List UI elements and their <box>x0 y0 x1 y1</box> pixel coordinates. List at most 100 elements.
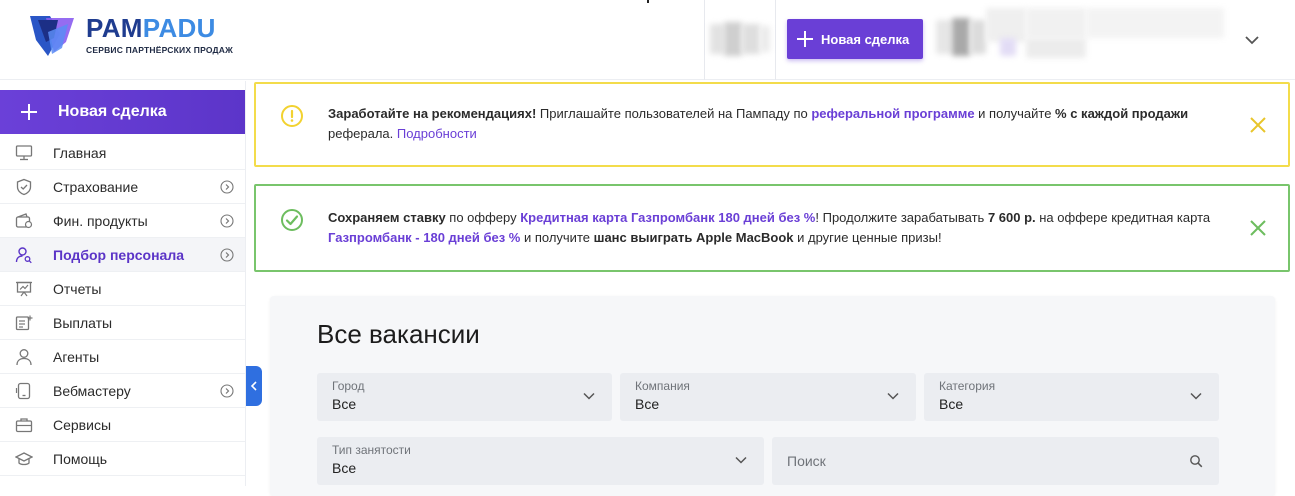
chevron-left-icon <box>250 381 257 391</box>
logo-wordmark: PAMPADU <box>86 13 216 43</box>
referral-banner-text: Заработайте на рекомендациях! Приглашайт… <box>328 104 1228 144</box>
banner-bold-text: шанс выиграть Apple MacBook <box>593 230 794 245</box>
new-deal-label: Новая сделка <box>821 31 910 47</box>
header-divider <box>704 0 705 80</box>
field-label: Категория <box>939 379 996 393</box>
sidebar-item-label: Сервисы <box>53 416 112 433</box>
category-select[interactable]: Категория Все <box>924 373 1219 421</box>
details-link[interactable]: Подробности <box>397 126 477 141</box>
referral-banner: Заработайте на рекомендациях! Приглашайт… <box>254 82 1290 167</box>
monitor-icon <box>0 136 53 170</box>
search-icon[interactable] <box>1189 454 1203 468</box>
warning-circle-icon <box>281 105 303 127</box>
banner-text: реферала. <box>328 126 397 141</box>
sidebar-item-webmaster[interactable]: Вебмастеру <box>0 374 245 408</box>
field-value: Все <box>939 396 964 412</box>
presentation-chart-icon <box>0 272 53 306</box>
sidebar-new-deal-button[interactable]: Новая сделка <box>0 90 245 134</box>
logo-mark-icon <box>30 16 74 56</box>
referral-banner-title: Заработайте на рекомендациях! <box>328 106 537 121</box>
rate-banner-text: Сохраняем ставку по офферу Кредитная кар… <box>328 208 1228 248</box>
banner-bold-text: 7 600 р. <box>987 210 1036 225</box>
offer-link[interactable]: Кредитная карта Газпромбанк 180 дней без… <box>520 210 815 225</box>
sidebar-item-label: Фин. продукты <box>53 212 148 229</box>
rate-banner-title: Сохраняем ставку <box>328 210 446 225</box>
banner-text: по офферу <box>445 210 521 225</box>
banner-text: и другие ценные призы! <box>793 230 942 245</box>
user-search-icon <box>0 238 53 272</box>
top-header: PAMPADU СЕРВИС ПАРТНЁРСКИХ ПРОДАЖ Новая … <box>0 0 1295 80</box>
search-input[interactable]: Поиск <box>772 437 1219 485</box>
sidebar-item-label: Подбор персонала <box>53 246 185 263</box>
sidebar-item-fin-products[interactable]: Фин. продукты <box>0 204 245 238</box>
sidebar-item-label: Отчеты <box>53 280 102 297</box>
chevron-down-icon <box>1190 392 1202 400</box>
new-deal-button[interactable]: Новая сделка <box>787 19 923 59</box>
chevron-down-icon <box>887 392 899 400</box>
banner-text: на оффере кредитная карта <box>1035 210 1218 225</box>
company-select[interactable]: Компания Все <box>620 373 916 421</box>
banner-text: ! Продолжите зарабатывать <box>815 210 988 225</box>
briefcase-icon <box>0 408 53 442</box>
chevron-down-icon <box>583 392 595 400</box>
shield-check-icon <box>0 170 53 204</box>
pampadu-logo[interactable]: PAMPADU СЕРВИС ПАРТНЁРСКИХ ПРОДАЖ <box>28 12 248 62</box>
chevron-right-circle-icon[interactable] <box>220 214 234 228</box>
offer-link[interactable]: Газпромбанк - 180 дней без % <box>328 230 520 245</box>
sidebar-item-label: Вебмастеру <box>53 382 131 399</box>
mobile-icon <box>0 374 53 408</box>
graduation-cap-icon <box>0 442 53 476</box>
employment-type-select[interactable]: Тип занятости Все <box>317 437 764 485</box>
user-profile[interactable] <box>936 8 1226 64</box>
chevron-right-circle-icon[interactable] <box>220 384 234 398</box>
sidebar-item-recruitment[interactable]: Подбор персонала <box>0 238 245 272</box>
plus-icon <box>0 90 58 134</box>
sidebar-item-agents[interactable]: Агенты <box>0 340 245 374</box>
banner-text: Приглашайте пользователей на Пампаду по <box>536 106 812 121</box>
vacancies-card: Все вакансии Город Все Компания Все Кате… <box>270 296 1275 496</box>
field-value: Все <box>332 460 357 476</box>
rate-banner: Сохраняем ставку по офферу Кредитная кар… <box>254 184 1290 272</box>
sidebar-item-insurance[interactable]: Страхование <box>0 170 245 204</box>
divider-mark <box>647 0 649 3</box>
banner-text: и получите <box>520 230 594 245</box>
field-value: Все <box>635 396 660 412</box>
chevron-down-icon <box>735 456 747 464</box>
sidebar-new-deal-label: Новая сделка <box>58 103 167 120</box>
sidebar-item-label: Выплаты <box>53 314 113 331</box>
city-select[interactable]: Город Все <box>317 373 612 421</box>
plus-icon <box>787 19 821 59</box>
chevron-down-icon[interactable] <box>1242 30 1262 50</box>
wallet-icon <box>0 204 53 238</box>
sidebar-item-help[interactable]: Помощь <box>0 442 245 476</box>
field-label: Город <box>332 379 365 393</box>
close-icon[interactable] <box>1248 115 1268 135</box>
referral-program-link[interactable]: реферальной программе <box>811 106 974 121</box>
field-label: Компания <box>635 379 690 393</box>
sidebar-item-label: Страхование <box>53 178 139 195</box>
sidebar-item-services[interactable]: Сервисы <box>0 408 245 442</box>
user-icon <box>0 340 53 374</box>
sidebar-item-label: Агенты <box>53 348 100 365</box>
header-divider <box>775 0 776 80</box>
search-placeholder: Поиск <box>787 453 826 469</box>
sidebar-item-label: Помощь <box>53 450 108 467</box>
field-value: Все <box>332 396 357 412</box>
payout-list-icon <box>0 306 53 340</box>
sidebar-collapse-button[interactable] <box>246 366 262 406</box>
banner-bold-text: % с каждой продажи <box>1055 106 1189 121</box>
sidebar-item-reports[interactable]: Отчеты <box>0 272 245 306</box>
sidebar-item-payouts[interactable]: Выплаты <box>0 306 245 340</box>
balance-widget[interactable] <box>710 22 770 56</box>
page-title: Все вакансии <box>317 319 480 349</box>
banner-text: и получайте <box>974 106 1056 121</box>
sidebar-item-main[interactable]: Главная <box>0 136 245 170</box>
field-label: Тип занятости <box>332 443 411 457</box>
close-icon[interactable] <box>1248 218 1268 238</box>
chevron-right-circle-icon[interactable] <box>220 248 234 262</box>
sidebar-nav: Главная Страхование Фин. продукты Подбор… <box>0 136 245 476</box>
chevron-right-circle-icon[interactable] <box>220 180 234 194</box>
sidebar: Новая сделка Главная Страхование Фин. пр… <box>0 81 246 486</box>
check-circle-icon <box>281 209 303 231</box>
logo-tagline: СЕРВИС ПАРТНЁРСКИХ ПРОДАЖ <box>86 45 234 55</box>
